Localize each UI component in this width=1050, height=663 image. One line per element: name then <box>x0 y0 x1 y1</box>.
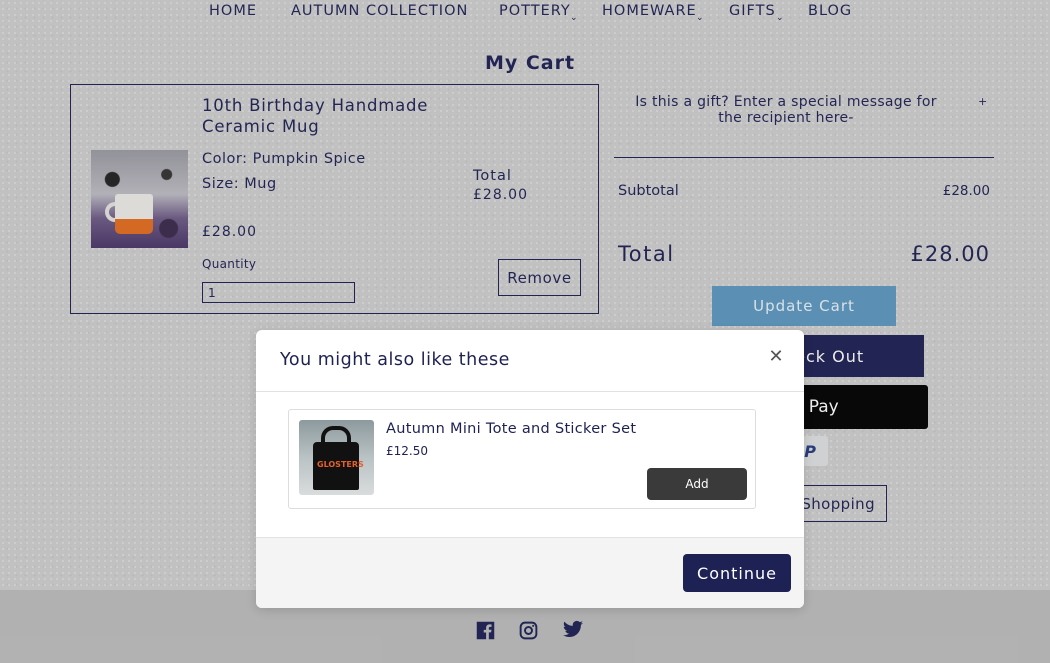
recommended-product-image[interactable]: GLOSTERS <box>299 420 374 495</box>
upsell-modal: You might also like these ✕ GLOSTERS Aut… <box>256 330 804 608</box>
continue-button[interactable]: Continue <box>683 554 791 592</box>
modal-header: You might also like these ✕ <box>256 330 804 392</box>
modal-body: GLOSTERS Autumn Mini Tote and Sticker Se… <box>256 392 804 537</box>
tote-print: GLOSTERS <box>317 460 364 469</box>
add-button[interactable]: Add <box>647 468 747 500</box>
recommended-product-name[interactable]: Autumn Mini Tote and Sticker Set <box>386 421 636 437</box>
close-icon[interactable]: ✕ <box>766 347 786 367</box>
recommended-product-card: GLOSTERS Autumn Mini Tote and Sticker Se… <box>288 409 756 509</box>
recommended-product-price: £12.50 <box>386 444 428 458</box>
modal-title: You might also like these <box>280 350 510 370</box>
modal-footer: Continue <box>256 537 804 608</box>
